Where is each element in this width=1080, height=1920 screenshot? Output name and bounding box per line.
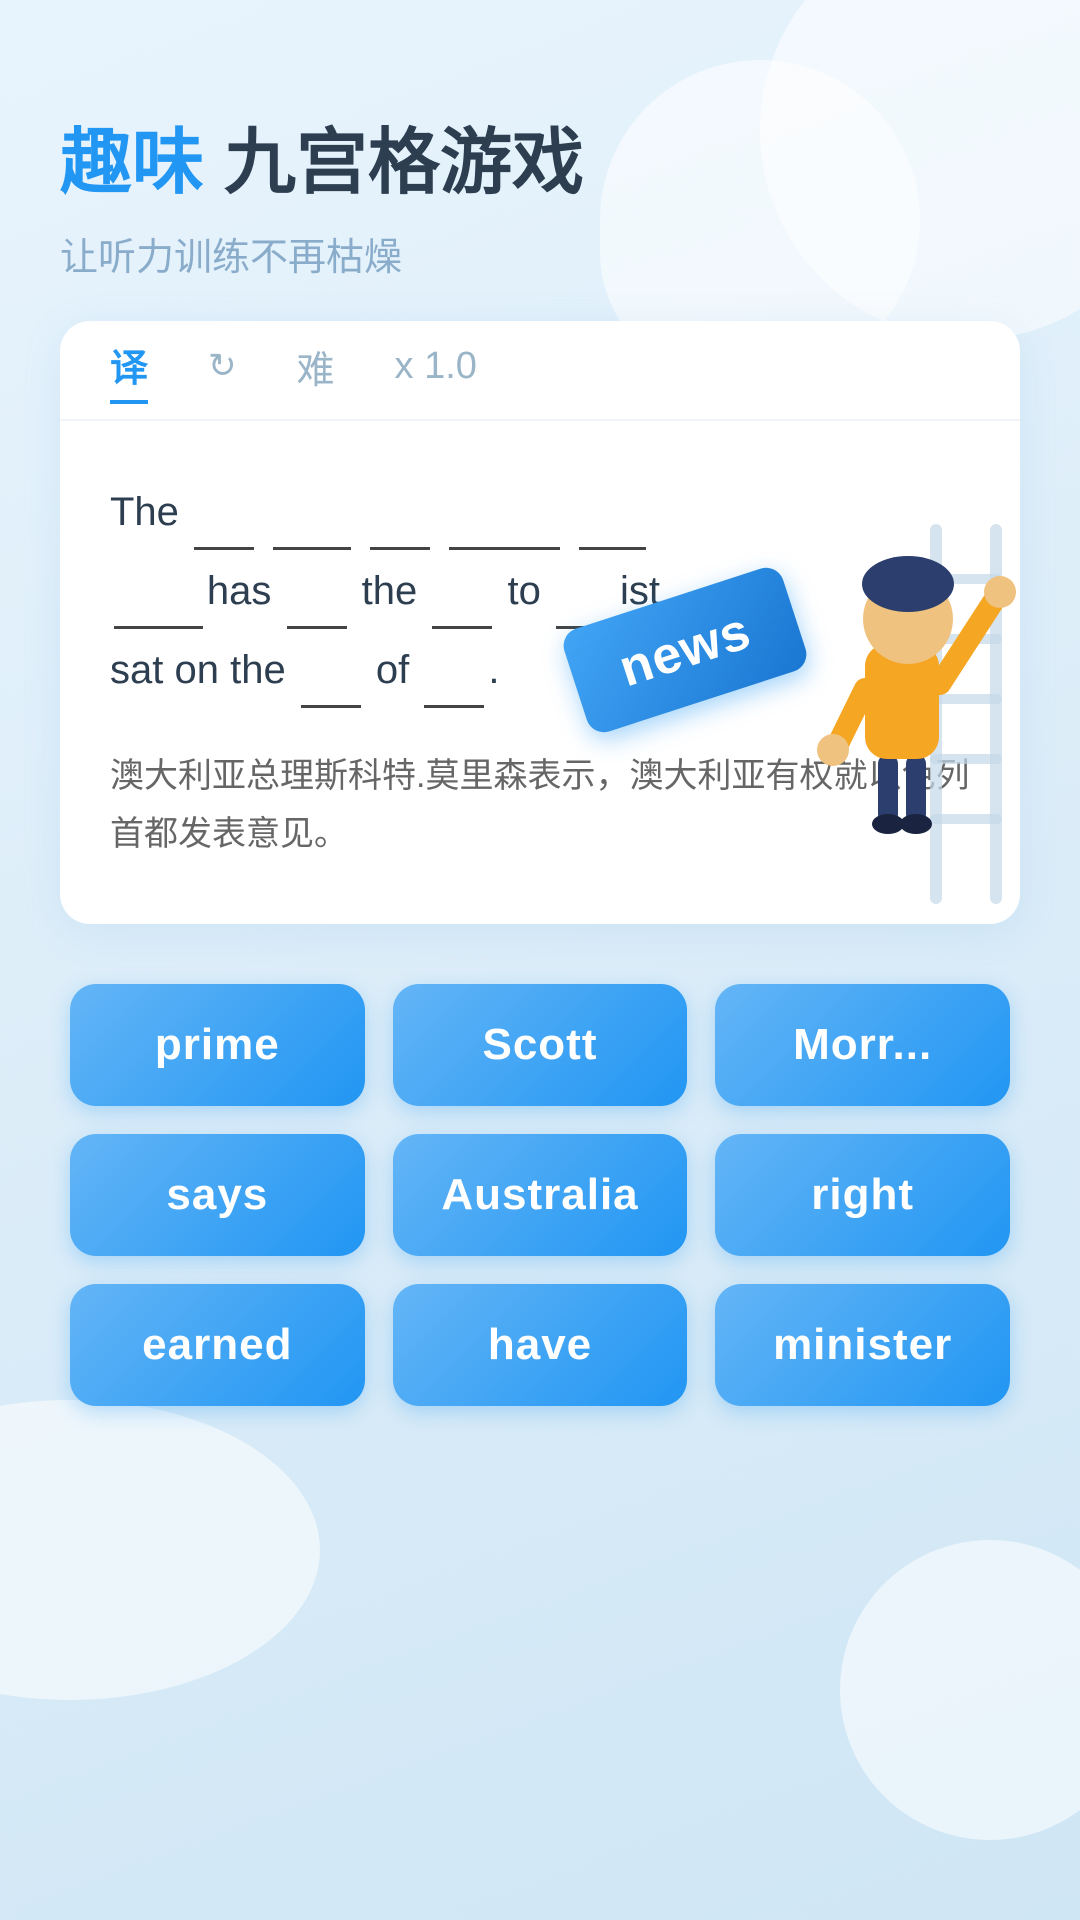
word-btn-right[interactable]: right [715,1134,1010,1256]
word-btn-prime[interactable]: prime [70,984,365,1106]
tab-speed[interactable]: x 1.0 [395,345,477,396]
title-normal: 九宫格游戏 [224,123,584,203]
main-container: 趣味 九宫格游戏 让听力训练不再枯燥 译 ↻ 难 x 1.0 The [0,0,1080,1466]
word-btn-says[interactable]: says [70,1134,365,1256]
tab-translate[interactable]: 译 [110,337,148,404]
blank-4 [449,471,560,550]
tab-refresh[interactable]: ↻ [208,346,237,394]
word-btn-minister[interactable]: minister [715,1284,1010,1406]
blank-10 [301,629,361,708]
blank-11 [424,629,484,708]
word-the: the [230,648,286,692]
blank-1 [194,471,254,550]
blank-5 [579,471,646,550]
title-accent: 趣味 [60,123,204,203]
game-card: 译 ↻ 难 x 1.0 The [60,321,1020,924]
blank-7 [287,550,347,629]
main-title: 趣味 九宫格游戏 [60,120,1020,206]
word-grid: prime Scott Morr... says Australia right… [60,984,1020,1406]
tab-difficulty[interactable]: 难 [297,339,335,402]
blank-2 [273,471,351,550]
word-btn-australia[interactable]: Australia [393,1134,688,1256]
blank-6 [114,550,203,629]
subtitle: 让听力训练不再枯燥 [60,226,1020,281]
word-btn-have[interactable]: have [393,1284,688,1406]
blob-decoration-4 [840,1540,1080,1840]
word-btn-earned[interactable]: earned [70,1284,365,1406]
word-btn-scott[interactable]: Scott [393,984,688,1106]
word-btn-morrison[interactable]: Morr... [715,984,1010,1106]
card-tabs: 译 ↻ 难 x 1.0 [60,321,1020,421]
blank-3 [370,471,430,550]
blank-8 [432,550,492,629]
refresh-icon: ↻ [208,346,237,386]
header: 趣味 九宫格游戏 让听力训练不再枯燥 [60,120,1020,281]
